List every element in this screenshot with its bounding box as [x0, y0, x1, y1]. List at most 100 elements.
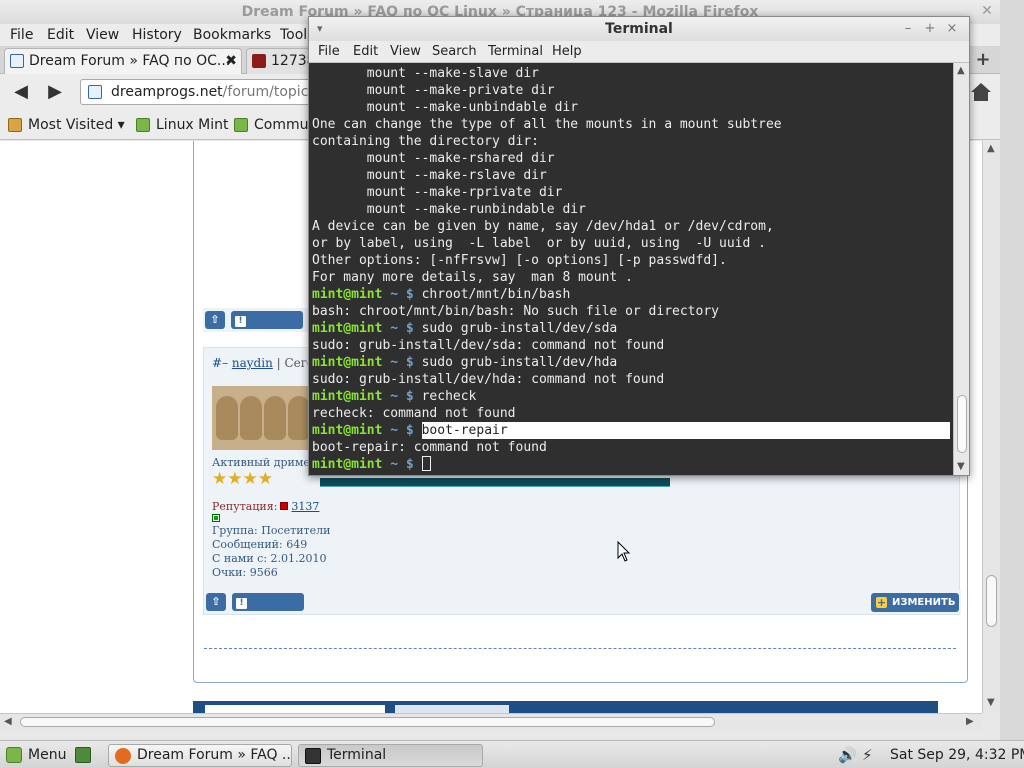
menu-file[interactable]: File	[10, 26, 33, 44]
minimize-icon[interactable]: –	[899, 17, 917, 41]
window-menu-icon[interactable]: ▾	[317, 17, 323, 41]
scrollbar-thumb[interactable]	[20, 717, 715, 727]
tab-label: Dream Forum » FAQ по ОС...	[29, 53, 231, 69]
maximize-icon[interactable]: +	[921, 17, 939, 41]
menu-bookmarks[interactable]: Bookmarks	[193, 26, 271, 44]
reputation-plus-icon[interactable]	[212, 514, 220, 522]
task-terminal[interactable]: Terminal	[298, 744, 483, 767]
start-menu-button[interactable]: Menu	[6, 745, 66, 765]
terminal-line: mint@mint ~ $ sudo grub-install/dev/sda	[312, 320, 950, 337]
terminal-line: sudo: grub-install/dev/hda: command not …	[312, 371, 950, 388]
menu-history[interactable]: History	[132, 26, 182, 44]
terminal-line: mint@mint ~ $ chroot/mnt/bin/bash	[312, 286, 950, 303]
avatar-figure	[288, 396, 308, 440]
terminal-menu-search[interactable]: Search	[432, 43, 477, 61]
prompt-user: mint@mint	[312, 355, 383, 370]
menu-view[interactable]: View	[86, 26, 119, 44]
reputation-link[interactable]: 3137	[291, 500, 319, 513]
scroll-left-icon[interactable]: ◀	[4, 716, 12, 727]
scroll-down-icon[interactable]: ▼	[987, 697, 995, 708]
post-2-action-bar: ⇧ !ЖАЛОБА + ИЗМЕНИТЬ	[204, 590, 961, 625]
close-icon[interactable]: ×	[943, 17, 961, 41]
footer-tab[interactable]	[205, 705, 385, 713]
terminal-menu-file[interactable]: File	[318, 43, 340, 61]
terminal-menu-terminal[interactable]: Terminal	[488, 43, 543, 61]
prompt-user: mint@mint	[312, 287, 383, 302]
scrollbar-thumb[interactable]	[957, 395, 967, 453]
output-text: recheck: command not found	[312, 406, 516, 421]
scroll-top-button[interactable]: ⇧	[205, 311, 225, 329]
prompt-path: ~ $	[382, 457, 422, 472]
post-anchor-link[interactable]: #	[212, 356, 222, 370]
home-icon[interactable]	[970, 82, 992, 102]
plus-icon: +	[876, 596, 887, 609]
terminal-menu-help[interactable]: Help	[552, 43, 582, 61]
terminal-line: mount --make-rprivate dir	[312, 184, 950, 201]
new-tab-button[interactable]: +	[970, 50, 996, 72]
tab-close-icon[interactable]: ✖	[225, 49, 237, 73]
terminal-titlebar[interactable]: ▾ Terminal – + ×	[309, 17, 969, 41]
mouse-pointer-icon	[617, 541, 631, 562]
terminal-line: mount --make-slave dir	[312, 65, 950, 82]
back-arrow-icon[interactable]: ◀	[8, 80, 34, 104]
terminal-line: mount --make-unbindable dir	[312, 99, 950, 116]
reputation: Репутация: 3137	[212, 500, 320, 513]
output-text: mount --make-private dir	[312, 83, 555, 98]
output-text: mount --make-rslave dir	[312, 168, 547, 183]
terminal-line: A device can be given by name, say /dev/…	[312, 218, 950, 235]
prompt-path: ~ $	[382, 423, 422, 438]
terminal-scrollbar[interactable]: ▲ ▼	[953, 63, 969, 475]
network-icon[interactable]: ⚡	[862, 746, 873, 764]
terminal-line: sudo: grub-install/dev/sda: command not …	[312, 337, 950, 354]
scroll-up-icon[interactable]: ▲	[957, 65, 965, 76]
output-text: mount --make-runbindable dir	[312, 202, 586, 217]
report-button[interactable]: !ЖАЛОБА	[231, 311, 303, 343]
mint-logo-icon	[136, 118, 150, 132]
task-firefox[interactable]: Dream Forum » FAQ ...	[108, 744, 292, 767]
scroll-top-button[interactable]: ⇧	[206, 593, 226, 611]
terminal-menu-edit[interactable]: Edit	[353, 43, 378, 61]
volume-icon[interactable]: 🔊	[838, 746, 857, 764]
terminal-menu-view[interactable]: View	[390, 43, 421, 61]
scroll-down-icon[interactable]: ▼	[957, 461, 965, 472]
text-cursor	[421, 456, 431, 471]
scrollbar-thumb[interactable]	[986, 575, 997, 627]
output-text: bash: chroot/mnt/bin/bash: No such file …	[312, 304, 719, 319]
prompt-user: mint@mint	[312, 321, 383, 336]
bookmark-linux-mint[interactable]: Linux Mint	[136, 116, 229, 134]
output-text: containing the directory dir:	[312, 134, 539, 149]
warning-icon: !	[235, 316, 246, 327]
firefox-close-icon[interactable]: ✕	[978, 2, 996, 20]
terminal-line: Other options: [-nfFrsvw] [-o options] […	[312, 252, 950, 269]
scroll-up-icon[interactable]: ▲	[987, 143, 995, 154]
bookmark-most-visited[interactable]: Most Visited ▾	[8, 116, 125, 134]
edit-button[interactable]: + ИЗМЕНИТЬ	[871, 593, 959, 612]
forward-arrow-icon[interactable]: ▶	[42, 80, 68, 104]
clock[interactable]: Sat Sep 29, 4:32 PM	[890, 745, 1024, 765]
tab-dream-forum[interactable]: Dream Forum » FAQ по ОС... ✖	[4, 48, 242, 74]
show-desktop-icon[interactable]	[75, 747, 91, 763]
scroll-right-icon[interactable]: ▶	[966, 716, 974, 727]
terminal-line: mount --make-private dir	[312, 82, 950, 99]
page-horizontal-scrollbar[interactable]: ◀ ▶	[0, 713, 982, 730]
site-identity-icon[interactable]	[88, 85, 102, 99]
user-points: Очки: 9566	[212, 566, 278, 579]
post-author-link[interactable]: naydin	[232, 356, 273, 370]
url-input[interactable]: dreamprogs.net/forum/topic_5	[80, 79, 320, 105]
site-favicon-icon	[252, 54, 266, 68]
terminal-output[interactable]: mount --make-slave dir mount --make-priv…	[309, 63, 953, 475]
reputation-minus-icon[interactable]	[280, 502, 289, 510]
prompt-user: mint@mint	[312, 457, 383, 472]
output-text: boot-repair: command not found	[312, 440, 547, 455]
output-text: sudo: grub-install/dev/sda: command not …	[312, 338, 665, 353]
page-vertical-scrollbar[interactable]: ▲ ▼	[982, 141, 1000, 713]
output-text: mount --make-rprivate dir	[312, 185, 563, 200]
user-rank: Активный дример	[212, 456, 317, 469]
tab-second[interactable]: 12738	[246, 48, 310, 74]
terminal-line: mount --make-runbindable dir	[312, 201, 950, 218]
footer-tab[interactable]	[395, 705, 509, 713]
report-button[interactable]: !ЖАЛОБА	[232, 593, 304, 625]
rating-stars: ★★★★	[212, 469, 273, 489]
menu-edit[interactable]: Edit	[47, 26, 74, 44]
terminal-title: Terminal	[605, 21, 673, 37]
